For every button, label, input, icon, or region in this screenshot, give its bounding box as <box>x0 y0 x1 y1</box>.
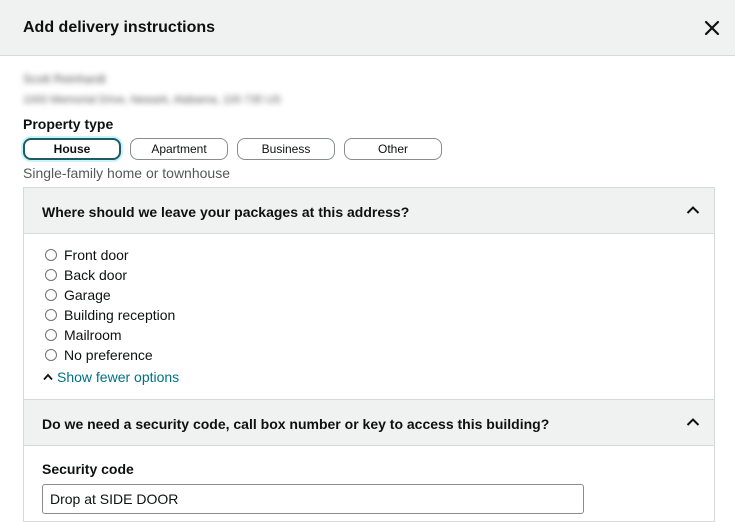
option-label: Front door <box>64 247 129 263</box>
property-type-label: Property type <box>23 116 114 132</box>
option-label: Back door <box>64 267 128 283</box>
option-garage[interactable]: Garage <box>45 285 111 305</box>
radio-button[interactable] <box>45 309 57 321</box>
radio-button[interactable] <box>45 349 57 361</box>
option-label: Mailroom <box>64 327 122 343</box>
option-front-door[interactable]: Front door <box>45 245 129 265</box>
caret-up-icon <box>43 373 53 381</box>
chevron-up-icon <box>686 418 700 426</box>
option-label: No preference <box>64 347 153 363</box>
option-label: Building reception <box>64 307 176 323</box>
property-option-house[interactable]: House <box>23 138 121 160</box>
radio-button[interactable] <box>45 249 57 261</box>
packages-question: Where should we leave your packages at t… <box>42 204 410 220</box>
show-fewer-options-link[interactable]: Show fewer options <box>43 369 179 385</box>
radio-button[interactable] <box>45 289 57 301</box>
radio-button[interactable] <box>45 329 57 341</box>
security-section-header[interactable]: Do we need a security code, call box num… <box>23 399 715 446</box>
option-no-preference[interactable]: No preference <box>45 345 153 365</box>
property-type-hint: Single-family home or townhouse <box>23 165 230 181</box>
property-option-business[interactable]: Business <box>237 138 335 160</box>
packages-section-header[interactable]: Where should we leave your packages at t… <box>23 187 715 234</box>
address-name: Scott Reinhardt <box>23 72 106 86</box>
option-label: Garage <box>64 287 111 303</box>
security-code-input[interactable] <box>42 484 584 514</box>
property-option-apartment[interactable]: Apartment <box>130 138 228 160</box>
chevron-up-icon <box>686 206 700 214</box>
option-back-door[interactable]: Back door <box>45 265 127 285</box>
security-question: Do we need a security code, call box num… <box>42 416 550 432</box>
dialog-header: Add delivery instructions <box>0 0 735 56</box>
address-line: 1000 Memorial Drive, Newark, Alabama, 10… <box>23 94 282 106</box>
property-option-other[interactable]: Other <box>344 138 442 160</box>
option-mailroom[interactable]: Mailroom <box>45 325 122 345</box>
option-building-reception[interactable]: Building reception <box>45 305 175 325</box>
dialog-title: Add delivery instructions <box>23 19 216 36</box>
radio-button[interactable] <box>45 269 57 281</box>
close-icon[interactable] <box>703 19 721 37</box>
security-code-label: Security code <box>42 461 134 477</box>
show-fewer-label: Show fewer options <box>57 369 180 385</box>
